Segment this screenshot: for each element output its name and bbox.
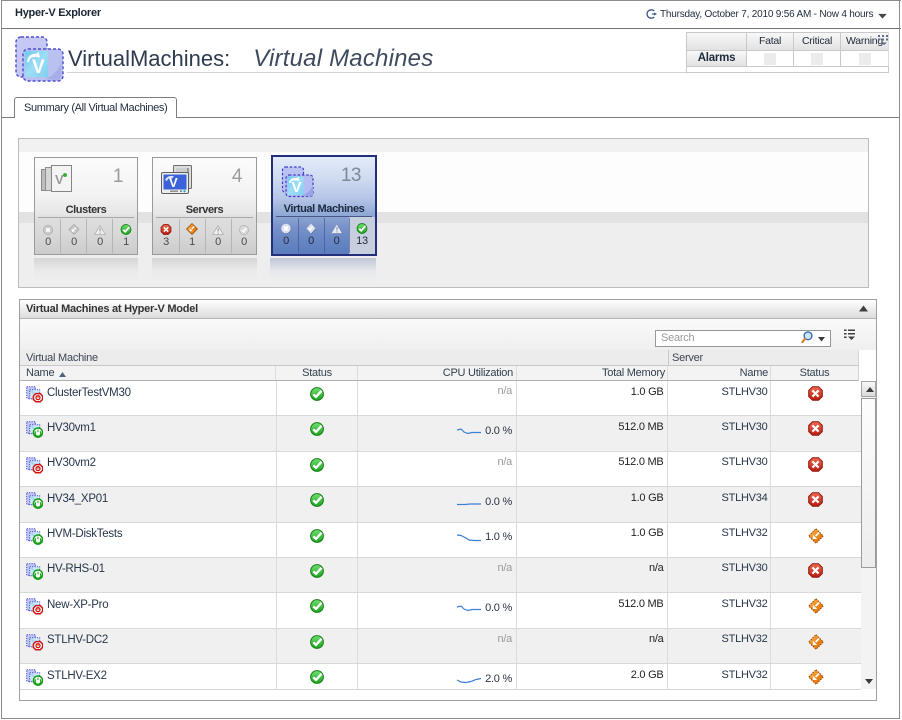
svg-text:V: V: [292, 179, 302, 196]
svg-text:V: V: [55, 172, 64, 187]
svg-text:V: V: [32, 57, 45, 78]
